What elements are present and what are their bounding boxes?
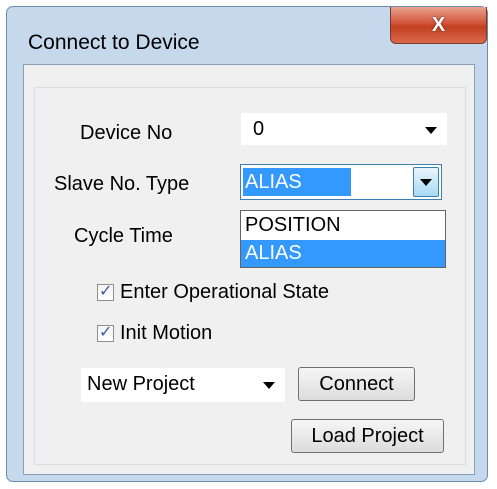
option-position[interactable]: POSITION (241, 212, 445, 239)
project-value: New Project (87, 373, 195, 395)
enter-operational-label: Enter Operational State (120, 281, 330, 303)
slave-type-dropdown-button[interactable] (413, 167, 439, 197)
enter-operational-checkbox[interactable]: ✓ (97, 283, 114, 301)
project-dropdown[interactable]: New Project (80, 367, 286, 403)
window-title: Connect to Device (28, 31, 200, 54)
chevron-down-icon (425, 127, 437, 134)
slave-type-label: Slave No. Type (54, 173, 190, 195)
device-no-label: Device No (80, 122, 173, 144)
connect-button[interactable]: Connect (298, 367, 415, 401)
cycle-time-label: Cycle Time (74, 225, 173, 247)
init-motion-checkbox[interactable]: ✓ (97, 324, 114, 342)
close-button[interactable]: X (390, 7, 487, 44)
chevron-down-icon (420, 179, 432, 186)
close-icon: X (431, 13, 446, 36)
init-motion-label: Init Motion (120, 322, 213, 344)
slave-type-options-list: POSITION ALIAS (240, 210, 446, 268)
chevron-down-icon (263, 382, 275, 389)
checkmark-icon: ✓ (99, 283, 113, 300)
slave-type-value: ALIAS (243, 168, 351, 196)
device-no-dropdown[interactable]: 0 (240, 112, 448, 146)
slave-type-dropdown[interactable]: ALIAS (240, 164, 442, 200)
option-alias[interactable]: ALIAS (241, 240, 445, 267)
device-no-value: 0 (253, 118, 265, 140)
checkmark-icon: ✓ (99, 324, 113, 341)
load-project-button[interactable]: Load Project (291, 419, 444, 453)
